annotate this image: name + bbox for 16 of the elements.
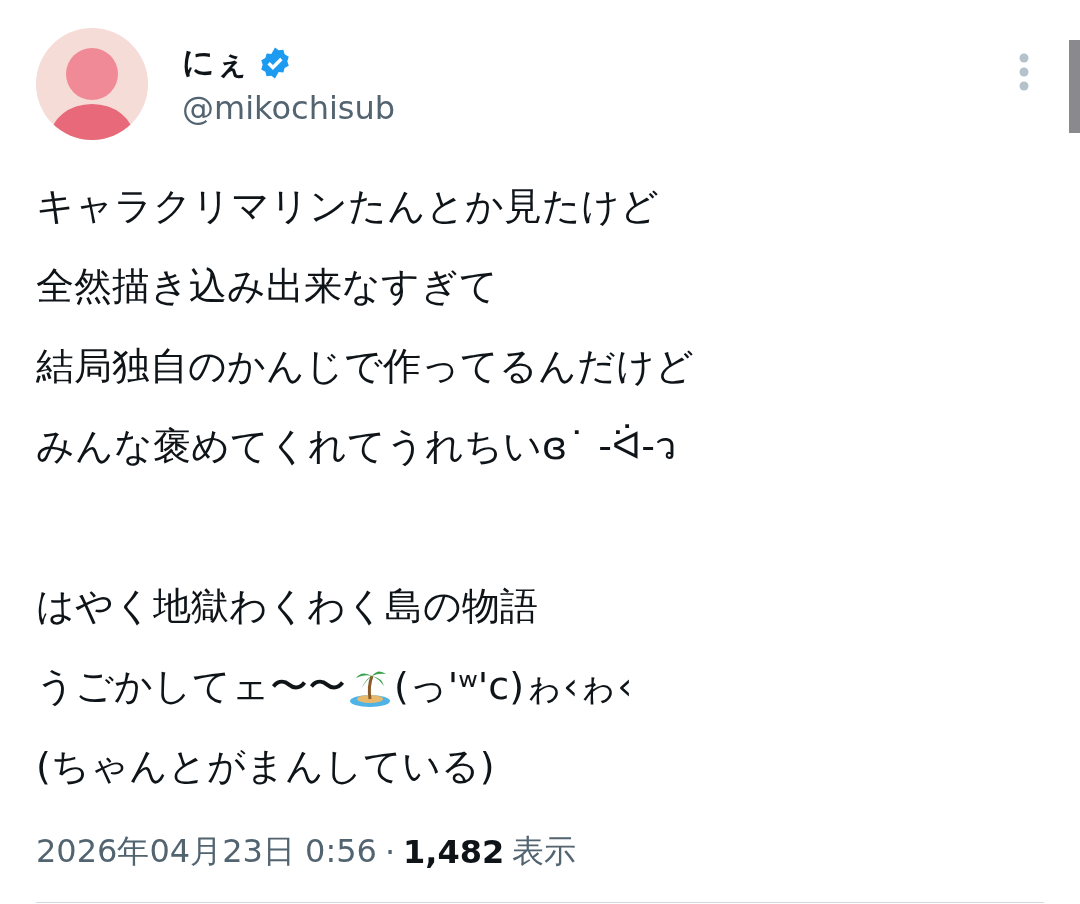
tweet-text-line: 結局独自のかんじで作ってるんだけど: [36, 343, 695, 390]
tweet-text-line: はやく地獄わくわく島の物語: [36, 583, 539, 630]
tweet-text-line: キャラクリマリンたんとか見たけど: [36, 183, 660, 230]
separator-dot: ·: [384, 833, 396, 871]
view-count: 1,482: [403, 833, 505, 871]
views-label: 表示: [512, 831, 577, 872]
more-options-icon[interactable]: [1018, 52, 1030, 92]
tweet-text: うごかしてェ〜〜: [36, 663, 346, 710]
display-name[interactable]: にぇ: [182, 41, 248, 85]
tweet-text: (っ'ʷ'c)ゎ‹ゎ‹: [394, 663, 633, 710]
tweet-text-line: みんな褒めてくれてうれちいɞ˙ -ᐛ-ว: [36, 423, 677, 470]
tweet-text-line: 全然描き込み出来なすぎて: [36, 263, 499, 310]
user-handle[interactable]: @mikochisub: [182, 89, 984, 127]
timestamp[interactable]: 2026年04月23日 0:56: [36, 830, 377, 874]
scrollbar[interactable]: [1069, 40, 1080, 133]
tweet-text-line: (ちゃんとがまんしている): [36, 743, 496, 790]
